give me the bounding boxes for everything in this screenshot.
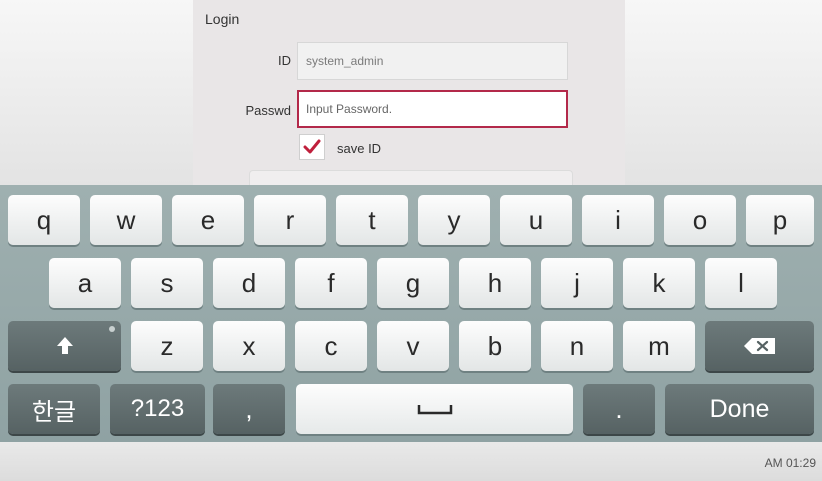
login-panel: Login ID system_admin Passwd Input Passw…	[193, 0, 625, 186]
key-n[interactable]: n	[541, 321, 613, 371]
key-f[interactable]: f	[295, 258, 367, 308]
save-id-checkbox[interactable]	[299, 134, 325, 160]
shift-arrow-icon	[56, 337, 73, 354]
key-g[interactable]: g	[377, 258, 449, 308]
key-k[interactable]: k	[623, 258, 695, 308]
save-id-label: save ID	[337, 141, 382, 156]
key-x[interactable]: x	[213, 321, 285, 371]
key-e[interactable]: e	[172, 195, 244, 245]
login-title: Login	[205, 11, 240, 27]
backspace-key[interactable]	[705, 321, 814, 371]
login-screen: Login ID system_admin Passwd Input Passw…	[0, 0, 822, 186]
key-c[interactable]: c	[295, 321, 367, 371]
clock: AM 01:29	[764, 456, 816, 470]
key-j[interactable]: j	[541, 258, 613, 308]
comma-key[interactable]: ,	[213, 384, 285, 434]
on-screen-keyboard: q w e r t y u i o p a s d f g h j k l z …	[0, 185, 822, 442]
id-label: ID	[278, 53, 291, 68]
key-y[interactable]: y	[418, 195, 490, 245]
key-m[interactable]: m	[623, 321, 695, 371]
key-t[interactable]: t	[336, 195, 408, 245]
space-key[interactable]	[296, 384, 573, 434]
key-h[interactable]: h	[459, 258, 531, 308]
key-q[interactable]: q	[8, 195, 80, 245]
id-field[interactable]: system_admin	[297, 42, 568, 80]
login-button[interactable]	[249, 170, 573, 186]
key-w[interactable]: w	[90, 195, 162, 245]
shift-key[interactable]	[8, 321, 121, 371]
shift-indicator-dot	[109, 326, 115, 332]
space-bar-icon	[417, 405, 452, 415]
key-b[interactable]: b	[459, 321, 531, 371]
key-u[interactable]: u	[500, 195, 572, 245]
key-r[interactable]: r	[254, 195, 326, 245]
password-field[interactable]: Input Password.	[297, 90, 568, 128]
period-key[interactable]: .	[583, 384, 655, 434]
key-i[interactable]: i	[582, 195, 654, 245]
checkmark-icon	[303, 139, 321, 154]
key-s[interactable]: s	[131, 258, 203, 308]
key-z[interactable]: z	[131, 321, 203, 371]
backspace-icon	[743, 338, 775, 354]
password-label: Passwd	[245, 103, 291, 118]
key-p[interactable]: p	[746, 195, 814, 245]
language-key[interactable]: 한글	[8, 384, 100, 434]
done-key[interactable]: Done	[665, 384, 814, 434]
key-a[interactable]: a	[49, 258, 121, 308]
background-left	[0, 0, 193, 185]
symbols-key[interactable]: ?123	[110, 384, 205, 434]
key-o[interactable]: o	[664, 195, 736, 245]
background-right	[625, 0, 822, 185]
key-d[interactable]: d	[213, 258, 285, 308]
key-v[interactable]: v	[377, 321, 449, 371]
key-l[interactable]: l	[705, 258, 777, 308]
status-bar: AM 01:29	[0, 442, 822, 481]
